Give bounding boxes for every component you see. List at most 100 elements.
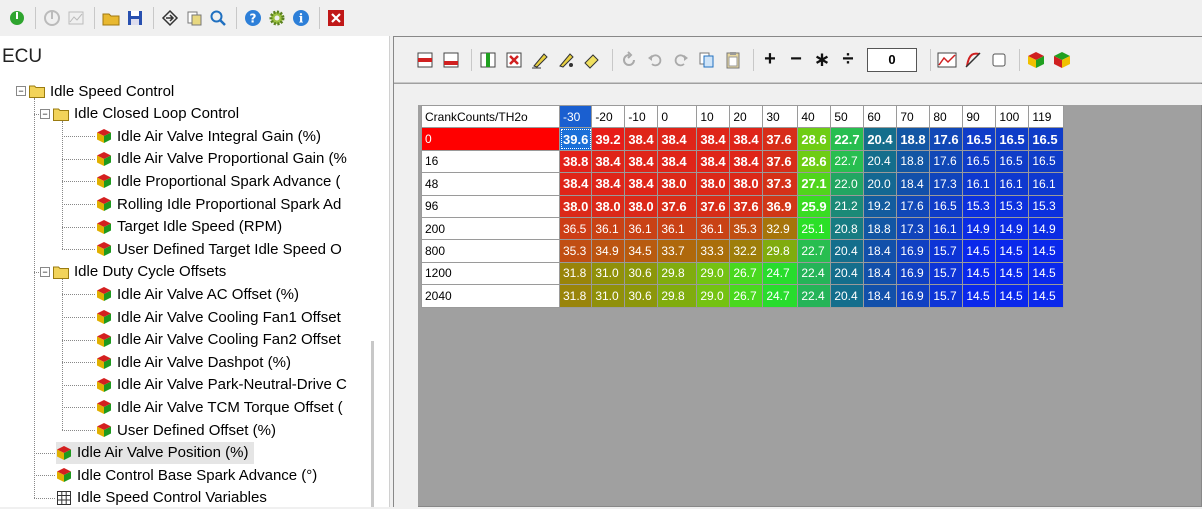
table-cell[interactable]: 26.7 bbox=[729, 284, 764, 308]
table-cell[interactable]: 17.3 bbox=[896, 216, 931, 241]
copy-table-icon[interactable] bbox=[696, 48, 718, 72]
column-header[interactable]: 80 bbox=[929, 104, 964, 129]
refresh-icon[interactable] bbox=[618, 48, 640, 72]
column-header[interactable]: 119 bbox=[1028, 104, 1065, 129]
cube-red-icon[interactable] bbox=[1025, 48, 1047, 72]
table-cell[interactable]: 37.6 bbox=[762, 127, 799, 151]
tree-item[interactable]: Idle Control Base Spark Advance (°) bbox=[56, 464, 317, 486]
table-cell[interactable]: 37.6 bbox=[657, 194, 698, 218]
table-cell[interactable]: 14.5 bbox=[1028, 239, 1065, 263]
delete-row-icon[interactable] bbox=[440, 48, 462, 72]
table-cell[interactable]: 16.5 bbox=[962, 149, 997, 174]
table-cell[interactable]: 14.5 bbox=[962, 239, 997, 263]
copy-icon[interactable] bbox=[183, 7, 205, 29]
table-cell[interactable]: 16.1 bbox=[1028, 172, 1065, 196]
table-cell[interactable]: 22.7 bbox=[830, 149, 865, 174]
table-cell[interactable]: 15.3 bbox=[962, 194, 997, 218]
tree-item[interactable]: Idle Air Valve Cooling Fan2 Offset bbox=[96, 329, 341, 351]
table-cell[interactable]: 17.3 bbox=[929, 172, 964, 196]
table-cell[interactable]: 18.8 bbox=[896, 149, 931, 174]
search-icon[interactable] bbox=[207, 7, 229, 29]
table-cell[interactable]: 27.1 bbox=[797, 172, 832, 196]
table-cell[interactable]: 16.1 bbox=[995, 172, 1030, 196]
table-cell[interactable]: 15.3 bbox=[995, 194, 1030, 218]
eraser-icon[interactable] bbox=[581, 48, 603, 72]
cube-green-icon[interactable] bbox=[1051, 48, 1073, 72]
table-cell[interactable]: 31.0 bbox=[591, 261, 626, 286]
table-cell[interactable]: 22.0 bbox=[830, 172, 865, 196]
row-header[interactable]: 800 bbox=[421, 239, 560, 263]
table-cell[interactable]: 38.4 bbox=[729, 127, 764, 151]
row-header[interactable]: 0 bbox=[421, 127, 560, 151]
table-cell[interactable]: 32.9 bbox=[762, 216, 799, 241]
table-cell[interactable]: 29.0 bbox=[696, 261, 731, 286]
table-cell[interactable]: 34.5 bbox=[624, 239, 659, 263]
datalog-icon[interactable] bbox=[65, 7, 87, 29]
table-cell[interactable]: 38.0 bbox=[729, 172, 764, 196]
table-cell[interactable]: 30.6 bbox=[624, 284, 659, 308]
tree-item[interactable]: − Idle Duty Cycle Offsets bbox=[40, 261, 226, 283]
graph-icon[interactable] bbox=[936, 48, 958, 72]
column-header[interactable]: -10 bbox=[624, 104, 659, 129]
table-cell[interactable]: 37.6 bbox=[729, 194, 764, 218]
table-cell[interactable]: 14.9 bbox=[962, 216, 997, 241]
tree-item[interactable]: − Idle Closed Loop Control bbox=[40, 103, 239, 125]
column-header[interactable]: -30 bbox=[558, 104, 593, 129]
subtract-icon[interactable]: − bbox=[785, 48, 807, 72]
table-cell[interactable]: 38.0 bbox=[624, 194, 659, 218]
table-cell[interactable]: 38.4 bbox=[657, 127, 698, 151]
undo-icon[interactable] bbox=[644, 48, 666, 72]
table-cell[interactable]: 35.3 bbox=[558, 239, 593, 263]
edit-pencil-icon[interactable] bbox=[555, 48, 577, 72]
table-cell[interactable]: 20.4 bbox=[830, 239, 865, 263]
table-cell[interactable]: 29.8 bbox=[657, 284, 698, 308]
table-cell[interactable]: 15.3 bbox=[1028, 194, 1065, 218]
tree-item[interactable]: Target Idle Speed (RPM) bbox=[96, 216, 282, 238]
table-cell[interactable]: 24.7 bbox=[762, 261, 799, 286]
column-header[interactable]: 70 bbox=[896, 104, 931, 129]
table-cell[interactable]: 22.4 bbox=[797, 261, 832, 286]
tree-item[interactable]: Idle Air Valve Dashpot (%) bbox=[96, 351, 291, 373]
table-cell[interactable]: 25.9 bbox=[797, 194, 832, 218]
table-cell[interactable]: 14.9 bbox=[1028, 216, 1065, 241]
toggle-checkbox[interactable] bbox=[988, 48, 1010, 72]
table-cell[interactable]: 31.8 bbox=[558, 261, 593, 286]
table-cell[interactable]: 29.8 bbox=[657, 261, 698, 286]
table-cell[interactable]: 25.1 bbox=[797, 216, 832, 241]
table-cell[interactable]: 14.5 bbox=[1028, 284, 1065, 308]
table-cell[interactable]: 38.0 bbox=[696, 172, 731, 196]
help-icon[interactable]: ? bbox=[242, 7, 264, 29]
table-cell[interactable]: 36.1 bbox=[624, 216, 659, 241]
table-cell[interactable]: 16.5 bbox=[1028, 149, 1065, 174]
redo-icon[interactable] bbox=[670, 48, 692, 72]
row-header[interactable]: 1200 bbox=[421, 261, 560, 286]
table-cell[interactable]: 16.9 bbox=[896, 284, 931, 308]
table-cell[interactable]: 18.4 bbox=[863, 284, 898, 308]
tree-item[interactable]: Idle Air Valve Park-Neutral-Drive C bbox=[96, 374, 347, 396]
table-cell[interactable]: 29.0 bbox=[696, 284, 731, 308]
table-cell[interactable]: 16.9 bbox=[896, 239, 931, 263]
table-cell[interactable]: 18.4 bbox=[863, 261, 898, 286]
table-cell[interactable]: 37.6 bbox=[762, 149, 799, 174]
table-cell[interactable]: 28.6 bbox=[797, 149, 832, 174]
table-cell[interactable]: 15.7 bbox=[929, 284, 964, 308]
table-cell[interactable]: 38.4 bbox=[657, 149, 698, 174]
table-cell[interactable]: 15.7 bbox=[929, 261, 964, 286]
table-cell[interactable]: 17.6 bbox=[929, 149, 964, 174]
column-header[interactable]: 60 bbox=[863, 104, 898, 129]
table-cell[interactable]: 38.4 bbox=[624, 172, 659, 196]
table-cell[interactable]: 19.2 bbox=[863, 194, 898, 218]
table-cell[interactable]: 16.9 bbox=[896, 261, 931, 286]
table-cell[interactable]: 18.8 bbox=[863, 216, 898, 241]
table-cell[interactable]: 16.1 bbox=[962, 172, 997, 196]
table-cell[interactable]: 17.6 bbox=[896, 194, 931, 218]
tree-item[interactable]: Idle Air Valve Position (%) bbox=[56, 441, 255, 464]
table-cell[interactable]: 33.7 bbox=[657, 239, 698, 263]
paste-icon[interactable] bbox=[722, 48, 744, 72]
table-cell[interactable]: 18.4 bbox=[863, 239, 898, 263]
table-cell[interactable]: 36.1 bbox=[657, 216, 698, 241]
value-input[interactable]: 0 bbox=[867, 47, 917, 72]
table-cell[interactable]: 33.3 bbox=[696, 239, 731, 263]
table-cell[interactable]: 32.2 bbox=[729, 239, 764, 263]
table-cell[interactable]: 38.0 bbox=[591, 194, 626, 218]
